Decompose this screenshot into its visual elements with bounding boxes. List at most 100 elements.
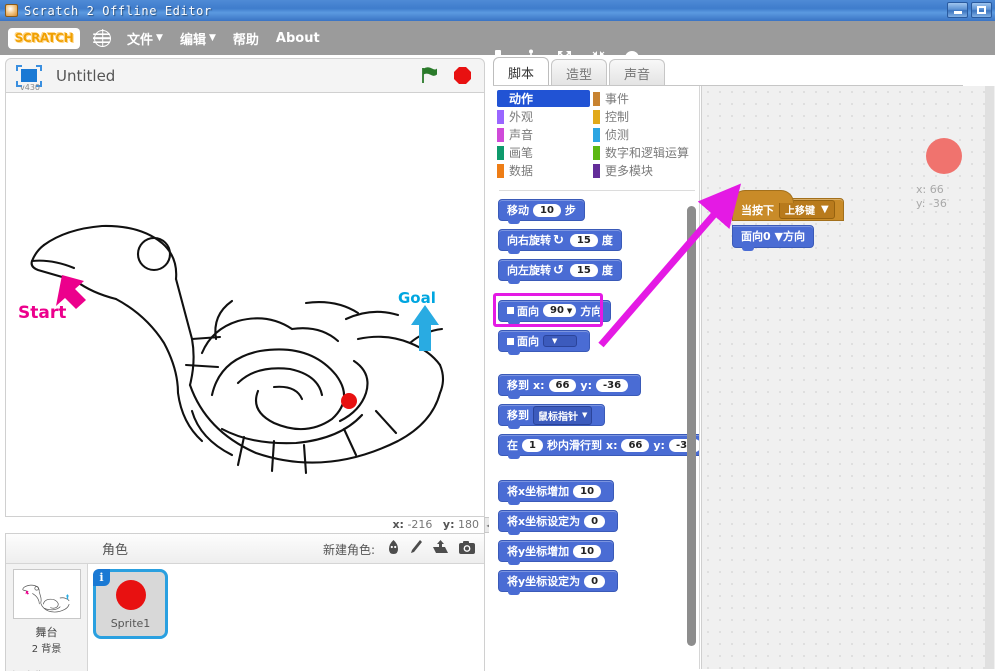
chevron-down-icon: ▼ <box>567 307 572 315</box>
block-text: 步 <box>565 202 576 218</box>
category-pen-swatch <box>497 146 504 160</box>
palette-block-go-to-target[interactable]: 移到 鼠标指针 ▼ <box>498 404 605 426</box>
menu-item-file[interactable]: 文件 ▼ <box>127 29 163 48</box>
scripts-scrollbar[interactable] <box>985 86 994 669</box>
camera-sprite-icon[interactable] <box>458 540 476 559</box>
category-operators-label: 数字和逻辑运算 <box>605 144 689 161</box>
tab-costumes[interactable]: 造型 <box>551 59 607 86</box>
block-text: 方向 <box>783 228 805 244</box>
sprite-card-sprite1[interactable]: i Sprite1 <box>93 569 168 639</box>
category-pen-label: 画笔 <box>509 144 533 161</box>
sprite-name-label: Sprite1 <box>111 617 151 630</box>
block-dropdown-direction[interactable]: 0 ▼ <box>763 230 783 243</box>
chevron-down-icon: ▼ <box>821 204 829 215</box>
globe-icon[interactable] <box>94 30 111 47</box>
block-text: 将y坐标增加 <box>507 543 569 559</box>
category-sound-swatch <box>497 128 504 142</box>
scripts-area[interactable]: x: 66 y: -36 当按下 上移键 ▼ <box>701 86 995 669</box>
category-looks[interactable]: 外观 <box>497 108 593 125</box>
category-sound[interactable]: 声音 <box>497 126 593 143</box>
mouse-x-value: -216 <box>407 518 432 531</box>
block-input-x[interactable]: 66 <box>549 379 577 392</box>
block-input-value[interactable]: 10 <box>573 485 601 498</box>
stop-sign-icon[interactable] <box>453 66 472 89</box>
block-input-steps[interactable]: 10 <box>533 204 561 217</box>
palette-scrollbar[interactable] <box>687 206 696 646</box>
block-input-y[interactable]: -36 <box>596 379 628 392</box>
block-dropdown-target[interactable]: 鼠标指针 ▼ <box>533 406 592 425</box>
block-input-secs[interactable]: 1 <box>522 439 543 452</box>
script-block-point-in-direction[interactable]: 面向 0 ▼ 方向 <box>732 225 814 248</box>
editor-tabs: 脚本 造型 声音 <box>493 57 665 86</box>
tab-scripts[interactable]: 脚本 <box>493 57 549 86</box>
sprite-library-icon[interactable] <box>386 539 401 559</box>
block-text: 向右旋转 <box>507 232 551 248</box>
script-stack[interactable]: 当按下 上移键 ▼ 面向 0 ▼ 方向 <box>732 198 844 248</box>
green-flag-icon[interactable] <box>419 65 439 89</box>
stage-version-label: v430 <box>20 83 40 92</box>
category-sensing[interactable]: 侦测 <box>593 126 697 143</box>
block-input-degrees[interactable]: 15 <box>570 264 598 277</box>
menu-item-help[interactable]: 帮助 <box>233 29 259 48</box>
category-sensing-swatch <box>593 128 600 142</box>
palette-block-turn-right[interactable]: 向右旋转 ↻ 15 度 <box>498 229 622 251</box>
block-input-value[interactable]: 0 <box>584 515 605 528</box>
sprite-info-badge[interactable]: i <box>93 569 110 586</box>
sprite-pane: 角色 新建角色: <box>5 533 485 671</box>
category-control[interactable]: 控制 <box>593 108 697 125</box>
scratch-logo[interactable]: SCRATCH <box>8 28 80 49</box>
block-dropdown-key[interactable]: 上移键 ▼ <box>779 200 835 219</box>
stage-selector[interactable]: 舞台 2 背景 新建背景 <box>6 564 88 671</box>
block-input-value[interactable]: 10 <box>573 545 601 558</box>
block-text: x: <box>533 379 545 392</box>
mouse-y-label: y: <box>443 518 455 531</box>
palette-block-set-x-to[interactable]: 将x坐标设定为 0 <box>498 510 618 532</box>
category-list: 动作 事件 外观 控制 声音 <box>497 90 697 179</box>
block-input-degrees[interactable]: 15 <box>570 234 598 247</box>
palette-block-set-y-to[interactable]: 将y坐标设定为 0 <box>498 570 618 592</box>
stage-label-start: Start <box>18 303 66 323</box>
block-dropdown-direction[interactable]: 90 ▼ <box>543 304 576 317</box>
palette-block-change-x-by[interactable]: 将x坐标增加 10 <box>498 480 614 502</box>
category-events-label: 事件 <box>605 90 629 107</box>
stage-canvas[interactable]: Start Goal <box>5 93 485 517</box>
palette-block-turn-left[interactable]: 向左旋转 ↺ 15 度 <box>498 259 622 281</box>
block-dropdown-towards[interactable]: ▼ <box>543 335 577 347</box>
maximize-button[interactable] <box>971 2 992 18</box>
palette-block-point-in-direction[interactable]: 面向 90 ▼ 方向 <box>498 300 611 322</box>
category-motion[interactable]: 动作 <box>497 90 590 107</box>
palette-block-go-to-xy[interactable]: 移到 x: 66 y: -36 <box>498 374 641 396</box>
palette-block-move[interactable]: 移动 10 步 <box>498 199 585 221</box>
menu-item-about[interactable]: About <box>276 31 320 46</box>
minimize-button[interactable] <box>947 2 968 18</box>
tab-sounds[interactable]: 声音 <box>609 59 665 86</box>
chevron-down-icon: ▼ <box>156 33 163 43</box>
new-sprite-controls: 新建角色: <box>323 539 476 559</box>
watermark-y-label: y: <box>916 197 925 210</box>
palette-block-change-y-by[interactable]: 将y坐标增加 10 <box>498 540 614 562</box>
palette-block-glide[interactable]: 在 1 秒内滑行到 x: 66 y: -36 <box>498 434 700 456</box>
category-control-label: 控制 <box>605 108 629 125</box>
menu-item-edit[interactable]: 编辑 ▼ <box>180 29 216 48</box>
upload-sprite-icon[interactable] <box>432 539 449 559</box>
menu-item-file-label: 文件 <box>127 29 153 48</box>
category-pen[interactable]: 画笔 <box>497 144 593 161</box>
category-motion-swatch <box>497 92 504 106</box>
script-block-when-key-pressed[interactable]: 当按下 上移键 ▼ <box>732 198 844 221</box>
stage-header: v430 Untitled <box>5 58 485 93</box>
category-events[interactable]: 事件 <box>593 90 697 107</box>
category-more-blocks-swatch <box>593 164 600 178</box>
paint-new-sprite-icon[interactable] <box>410 539 423 559</box>
watermark-y-value: -36 <box>929 197 947 210</box>
block-input-x[interactable]: 66 <box>621 439 649 452</box>
palette-block-point-towards[interactable]: 面向 ▼ <box>498 330 590 352</box>
category-sound-label: 声音 <box>509 126 533 143</box>
category-data[interactable]: 数据 <box>497 162 593 179</box>
block-text: 移到 <box>507 377 529 393</box>
category-operators[interactable]: 数字和逻辑运算 <box>593 144 697 161</box>
category-more-blocks[interactable]: 更多模块 <box>593 162 697 179</box>
block-input-value[interactable]: 0 <box>584 575 605 588</box>
block-dropdown-value: 90 <box>550 305 564 316</box>
block-text: 向左旋转 <box>507 262 551 278</box>
stage-thumbnail[interactable] <box>13 569 81 619</box>
